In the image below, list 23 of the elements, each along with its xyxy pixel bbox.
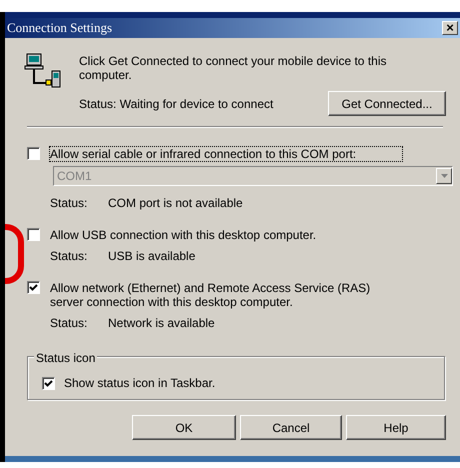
status-text: USB is available [108, 248, 196, 265]
status-text: Status: Waiting for device to connect [79, 96, 274, 112]
status-label: Status: [50, 315, 88, 332]
dialog-button[interactable]: Cancel [240, 415, 342, 440]
dialog-button[interactable]: Help [346, 415, 446, 440]
checkbox[interactable] [27, 147, 40, 160]
checkbox-label[interactable]: Show status icon in Taskbar. [64, 374, 216, 392]
window-title: Connection Settings [7, 19, 112, 38]
status-label: Status: [50, 248, 88, 265]
dialog-button[interactable]: OK [132, 415, 236, 440]
get-connected-button[interactable]: Get Connected... [328, 91, 446, 116]
checkbox[interactable] [27, 228, 40, 241]
checkbox[interactable] [42, 376, 55, 390]
close-button[interactable]: × [442, 21, 458, 35]
status-label: Status: [50, 195, 88, 212]
checkbox[interactable] [27, 281, 40, 294]
checkbox-label[interactable]: Allow serial cable or infrared connection to this COM port: [50, 147, 402, 161]
status-text: Network is available [108, 315, 215, 332]
checkbox-label[interactable]: Allow network (Ethernet) and Remote Access Service (RAS) server connection with this desktop computer. [50, 281, 402, 309]
checkbox-label[interactable]: Allow USB connection with this desktop computer. [50, 228, 402, 242]
computer-device-icon [24, 53, 62, 89]
intro-text: Click Get Connected to connect your mobile device to this computer. [79, 54, 388, 82]
status-text: COM port is not available [108, 195, 243, 212]
